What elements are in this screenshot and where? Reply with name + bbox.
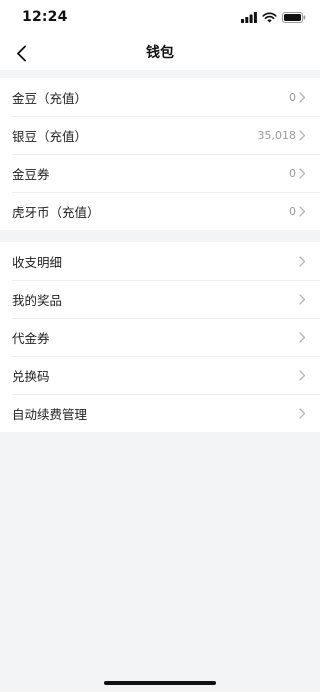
chevron-right-icon <box>299 332 306 343</box>
row-value: 35,018 <box>257 128 297 142</box>
row-label: 自动续费管理 <box>12 406 88 422</box>
chevron-right-icon <box>299 408 306 419</box>
wallet-row-gold-beans[interactable]: 金豆（充值） 0 <box>0 78 320 116</box>
wallet-row-silver-beans[interactable]: 银豆（充值） 35,018 <box>0 116 320 154</box>
chevron-right-icon <box>299 206 306 217</box>
row-value: 0 <box>289 90 296 104</box>
row-label: 我的奖品 <box>12 292 63 308</box>
chevron-right-icon <box>299 92 306 103</box>
row-label: 金豆（充值） <box>12 90 88 106</box>
chevron-right-icon <box>299 168 306 179</box>
row-label: 虎牙币（充值） <box>12 204 100 220</box>
menu-item-vouchers[interactable]: 代金券 <box>0 318 320 356</box>
row-label: 兑换码 <box>12 368 50 384</box>
signal-icon <box>241 11 257 23</box>
row-label: 收支明细 <box>12 254 63 270</box>
wallet-balance-list: 金豆（充值） 0 银豆（充值） 35,018 金豆券 0 虎牙币（充值） 0 <box>0 78 320 230</box>
chevron-right-icon <box>299 256 306 267</box>
nav-bar: 钱包 <box>0 36 320 70</box>
chevron-right-icon <box>299 294 306 305</box>
row-label: 代金券 <box>12 330 50 346</box>
menu-item-transactions[interactable]: 收支明细 <box>0 242 320 280</box>
wallet-menu-list: 收支明细 我的奖品 代金券 兑换码 自动续费管理 <box>0 242 320 432</box>
status-icons <box>241 11 306 23</box>
row-value: 0 <box>289 204 296 218</box>
wallet-row-huya-coins[interactable]: 虎牙币（充值） 0 <box>0 192 320 230</box>
battery-icon <box>282 11 306 23</box>
row-label: 银豆（充值） <box>12 128 88 144</box>
wifi-icon <box>262 12 277 22</box>
status-bar: 12:24 <box>0 0 320 36</box>
home-indicator <box>104 681 216 685</box>
menu-item-my-prizes[interactable]: 我的奖品 <box>0 280 320 318</box>
menu-item-redeem-code[interactable]: 兑换码 <box>0 356 320 394</box>
chevron-right-icon <box>299 370 306 381</box>
status-time: 12:24 <box>22 9 68 25</box>
wallet-row-gold-bean-coupons[interactable]: 金豆券 0 <box>0 154 320 192</box>
row-label: 金豆券 <box>12 166 50 182</box>
row-value: 0 <box>289 166 296 180</box>
page-title: 钱包 <box>146 45 174 61</box>
menu-item-auto-renewal[interactable]: 自动续费管理 <box>0 394 320 432</box>
chevron-right-icon <box>299 130 306 141</box>
